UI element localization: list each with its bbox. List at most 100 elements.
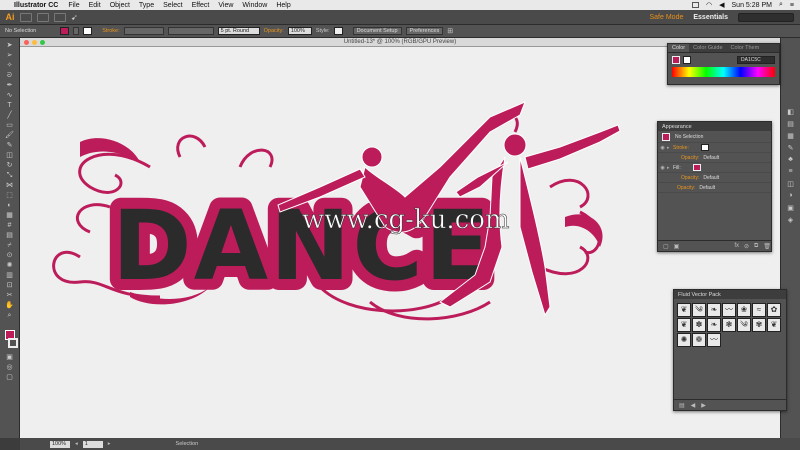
swatches-icon[interactable]: ▦ [786, 132, 796, 140]
rotate-tool-icon[interactable]: ↻ [5, 162, 15, 170]
clear-appearance-icon[interactable]: ⊘ [744, 243, 749, 250]
search-icon[interactable]: ⌕ [779, 1, 783, 9]
bridge-icon[interactable] [20, 12, 32, 22]
status-mode[interactable]: Selection [176, 441, 199, 447]
tab-color-themes[interactable]: Color Them [727, 44, 764, 52]
opacity-field[interactable]: 100% [287, 27, 312, 35]
graphic-styles-icon[interactable]: ▣ [786, 204, 796, 212]
symbol-swatch[interactable]: ❦ [677, 318, 691, 332]
app-name-menu[interactable]: Illustrator CC [14, 2, 58, 9]
pencil-tool-icon[interactable]: ✎ [5, 142, 15, 150]
hand-tool-icon[interactable]: ✋ [5, 302, 15, 310]
clock[interactable]: Sun 5:28 PM [732, 2, 772, 9]
eraser-tool-icon[interactable]: ◫ [5, 152, 15, 160]
symbol-swatch[interactable]: ❃ [722, 318, 736, 332]
lasso-tool-icon[interactable]: ᘐ [5, 72, 15, 80]
workspace-switcher[interactable]: Essentials [693, 14, 728, 21]
close-window-icon[interactable] [24, 40, 29, 45]
selection-tool-icon[interactable]: ➤ [5, 42, 15, 50]
wifi-icon[interactable]: ◠ [706, 1, 712, 9]
volume-icon[interactable]: ◀ [719, 1, 724, 9]
appearance-panel-title[interactable]: Appearance [662, 124, 692, 130]
width-tool-icon[interactable]: ⋈ [5, 182, 15, 190]
artboard-tool-icon[interactable]: ⊡ [5, 282, 15, 290]
symbol-sprayer-tool-icon[interactable]: ✺ [5, 262, 15, 270]
menu-object[interactable]: Object [110, 2, 130, 9]
symbol-swatch[interactable]: ≈ [752, 303, 766, 317]
curvature-tool-icon[interactable]: ∿ [5, 92, 15, 100]
safe-mode-label[interactable]: Safe Mode [650, 14, 684, 21]
brush-definition[interactable]: 5 pt. Round [217, 27, 260, 35]
document-setup-button[interactable]: Document Setup [352, 27, 402, 35]
color-panel-icon[interactable]: ◧ [786, 108, 796, 116]
symbol-swatch[interactable]: ❀ [737, 303, 751, 317]
previous-library-icon[interactable]: ◀ [691, 402, 696, 409]
scale-tool-icon[interactable]: ⤡ [5, 172, 15, 180]
color-spectrum[interactable] [672, 67, 775, 77]
fill-swatch[interactable] [60, 27, 70, 35]
stock-icon[interactable] [37, 12, 49, 22]
line-tool-icon[interactable]: ╱ [5, 112, 15, 120]
opacity-label[interactable]: Opacity: [264, 28, 284, 34]
object-opacity-label[interactable]: Opacity: [677, 185, 695, 191]
stroke-label[interactable]: Stroke: [102, 28, 119, 34]
direct-selection-tool-icon[interactable]: ➢ [5, 52, 15, 60]
symbol-library-title[interactable]: Fluid Vector Pack [678, 292, 721, 298]
layers-icon[interactable]: ◈ [786, 216, 796, 224]
add-stroke-icon[interactable]: ▢ [663, 243, 669, 250]
artboard-next-icon[interactable]: ▸ [108, 441, 111, 447]
pen-tool-icon[interactable]: ✒ [5, 82, 15, 90]
symbol-swatch[interactable]: ༄ [692, 303, 706, 317]
stroke-attribute-label[interactable]: Stroke: [673, 145, 689, 151]
help-search-input[interactable] [738, 12, 794, 22]
zoom-window-icon[interactable] [40, 40, 45, 45]
screen-mode-icon[interactable]: ▢ [5, 374, 15, 382]
symbol-swatch[interactable]: ❁ [692, 333, 706, 347]
visibility-eye-icon[interactable]: ◉ [658, 165, 667, 171]
free-transform-tool-icon[interactable]: ⬚ [5, 192, 15, 200]
draw-mode-icon[interactable]: ◎ [5, 364, 15, 372]
menu-select[interactable]: Select [163, 2, 182, 9]
stroke-opacity-label[interactable]: Opacity: [681, 155, 699, 161]
perspective-grid-tool-icon[interactable]: ▦ [5, 212, 15, 220]
variable-width-profile[interactable] [167, 27, 214, 35]
artboard-number-field[interactable]: 1 [82, 440, 103, 448]
delete-item-icon[interactable]: 🗑 [763, 243, 771, 250]
arrange-documents-icon[interactable] [54, 12, 66, 22]
menu-view[interactable]: View [218, 2, 233, 9]
stroke-attribute-swatch[interactable] [700, 144, 709, 151]
symbol-swatch[interactable]: ✺ [677, 333, 691, 347]
add-effect-icon[interactable]: fx [734, 243, 739, 249]
symbol-swatch[interactable]: ✾ [752, 318, 766, 332]
library-menu-icon[interactable]: ▤ [679, 402, 685, 409]
color-guide-icon[interactable]: ▤ [786, 120, 796, 128]
gpu-rocket-icon[interactable]: ➹ [71, 13, 78, 22]
color-mode-icon[interactable]: ▣ [5, 354, 15, 362]
artboard-prev-icon[interactable]: ◂ [75, 441, 78, 447]
symbol-swatch[interactable]: ❧ [707, 303, 721, 317]
gradient-icon[interactable]: ◫ [786, 180, 796, 188]
menu-help[interactable]: Help [276, 2, 290, 9]
tab-color-guide[interactable]: Color Guide [689, 44, 726, 52]
stroke-color-swatch[interactable] [8, 338, 18, 348]
duplicate-item-icon[interactable]: ⧉ [754, 243, 758, 250]
fill-color-chip[interactable] [672, 56, 680, 64]
graphic-style-swatch[interactable] [333, 27, 343, 35]
minimize-window-icon[interactable] [32, 40, 37, 45]
slice-tool-icon[interactable]: ✂ [5, 292, 15, 300]
magic-wand-tool-icon[interactable]: ✧ [5, 62, 15, 70]
symbol-swatch[interactable]: 〰 [707, 333, 721, 347]
gradient-tool-icon[interactable]: ▤ [5, 232, 15, 240]
display-icon[interactable] [692, 2, 700, 8]
graph-tool-icon[interactable]: ▥ [5, 272, 15, 280]
stroke-color-chip[interactable] [683, 56, 691, 64]
menu-edit[interactable]: Edit [89, 2, 101, 9]
stroke-weight-field[interactable] [123, 27, 164, 35]
fill-opacity-label[interactable]: Opacity: [681, 175, 699, 181]
transparency-icon[interactable]: ◑ [786, 192, 796, 200]
stroke-icon[interactable]: ≡ [786, 168, 796, 176]
symbol-swatch[interactable]: 〰 [722, 303, 736, 317]
hex-color-field[interactable]: DA1C5C [737, 56, 775, 64]
stroke-swatch[interactable] [83, 27, 93, 35]
menu-file[interactable]: File [68, 2, 79, 9]
